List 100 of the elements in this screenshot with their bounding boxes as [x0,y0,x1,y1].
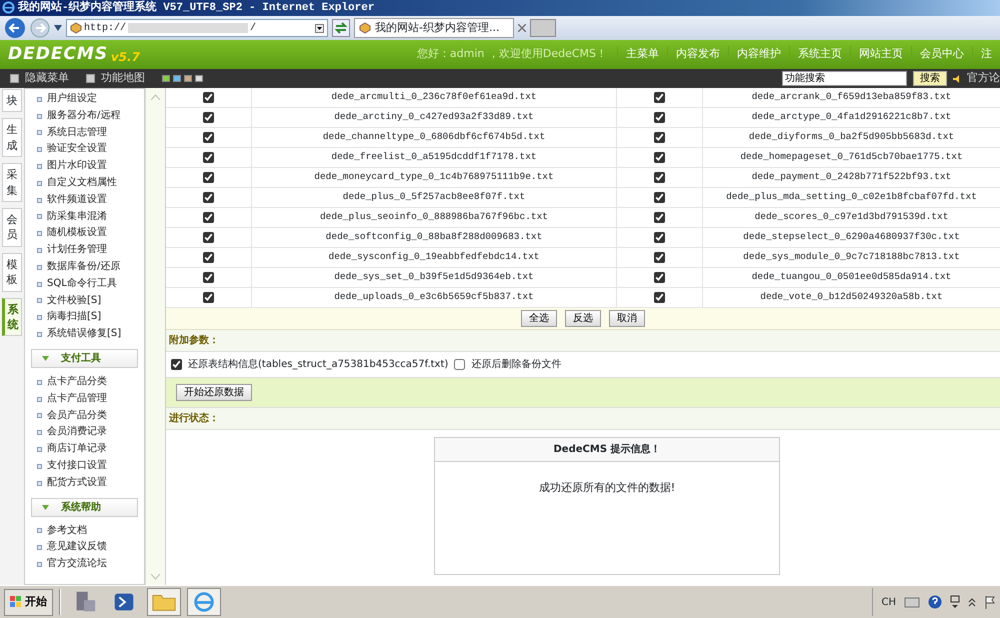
menu-item[interactable]: 系统错误修复[S] [25,326,144,343]
menu-item[interactable]: 防采集串混淆 [25,208,144,226]
menu-item[interactable]: 病毒扫描[S] [25,309,144,326]
address-field[interactable]: http:// / [66,19,328,37]
folder-icon[interactable] [147,588,181,616]
sidebar-tab[interactable]: 系统 [2,298,22,336]
file-checkbox[interactable] [654,192,665,203]
select-button[interactable]: 取消 [609,310,645,327]
toolbar-link[interactable]: 功能地图 [101,70,145,87]
file-checkbox[interactable] [203,112,214,123]
sidebar-tab[interactable]: 块 [2,89,22,112]
menu-item[interactable]: 会员消费记录 [25,424,144,442]
file-checkbox[interactable] [654,232,665,243]
file-name: dede_plus_mda_setting_0_c02e1b8fcbaf07fd.txt [726,190,977,204]
start-button[interactable]: 开始 [4,588,53,616]
file-checkbox[interactable] [654,92,665,103]
language-indicator[interactable]: CH [881,594,896,610]
file-checkbox[interactable] [203,252,214,263]
option-label: 还原后删除备份文件 [471,358,562,372]
file-name: dede_scores_0_c97e1d3bd791539d.txt [754,210,948,224]
menu-item[interactable]: 配货方式设置 [25,474,144,492]
dropdown-icon[interactable] [315,24,324,32]
sidebar-tab[interactable]: 生成 [2,118,22,158]
menu-item[interactable]: 计划任务管理 [25,242,144,259]
file-checkbox[interactable] [203,132,214,143]
menu-item[interactable]: 点卡产品分类 [25,374,144,391]
file-checkbox[interactable] [203,172,214,183]
menu-group-header[interactable]: 支付工具 [31,348,138,368]
sidebar-tab[interactable]: 采集 [2,163,22,202]
menu-item[interactable]: 自定义文档属性 [25,174,144,192]
menu-item[interactable]: 参考文档 [25,522,144,540]
menu-item[interactable]: 文件校验[S] [25,292,144,310]
theme-swatch[interactable] [184,75,192,82]
file-checkbox[interactable] [654,212,665,223]
file-checkbox[interactable] [203,272,214,283]
file-checkbox[interactable] [203,152,214,163]
browser-tab[interactable]: 我的网站-织梦内容管理... [354,18,514,38]
menu-item[interactable]: 软件频道设置 [25,192,144,209]
logo: DEDECMS [8,42,108,66]
file-checkbox[interactable] [203,212,214,223]
flag-icon[interactable] [984,595,996,609]
back-icon[interactable] [4,17,26,39]
file-name: dede_diyforms_0_ba2f5d905bb5683d.txt [748,130,954,144]
menu-item[interactable]: 支付接口设置 [25,458,144,475]
file-checkbox[interactable] [654,292,665,303]
option-checkbox[interactable] [454,359,466,370]
toolbar-link[interactable]: 隐藏菜单 [25,70,69,87]
dropdown-icon[interactable] [54,25,62,31]
sidebar-tab[interactable]: 模板 [2,252,22,292]
select-button[interactable]: 全选 [521,310,557,327]
file-checkbox[interactable] [654,272,665,283]
theme-swatch[interactable] [162,75,170,82]
caret-icon [42,504,49,510]
menu-item[interactable]: 官方交流论坛 [25,556,144,573]
menu-item[interactable]: 会员产品分类 [25,408,144,424]
file-checkbox[interactable] [203,292,214,303]
close-icon[interactable] [518,24,526,32]
file-name: dede_arcmulti_0_236c78f0ef61ea9d.txt [331,90,537,104]
file-checkbox[interactable] [654,252,665,263]
file-checkbox[interactable] [654,112,665,123]
menu-item[interactable]: 随机模板设置 [25,225,144,242]
browser-icon[interactable] [187,588,221,616]
menu-group-header[interactable]: 系统帮助 [31,498,138,517]
version-label: v5.7 [110,49,140,66]
refresh-icon[interactable] [332,19,350,37]
menu-item[interactable]: 服务器分布/远程 [25,108,144,125]
search-field[interactable]: 功能搜索 [782,71,907,86]
file-checkbox[interactable] [203,232,214,243]
start-restore-button[interactable]: 开始还原数据 [176,384,252,401]
search-button[interactable]: 搜索 [913,71,947,86]
forum-link[interactable]: 官方论 [967,70,1000,87]
menu-item[interactable]: SQL命令行工具 [25,276,144,293]
menu-item[interactable]: 图片水印设置 [25,158,144,175]
menu-item[interactable]: 系统日志管理 [25,124,144,142]
greeting-text: 您好：admin ，欢迎使用DedeCMS！ [416,46,607,62]
theme-swatch[interactable] [173,75,181,82]
option-label: 还原表结构信息(tables_struct_a75381b453cca57f.txt) [188,358,448,372]
file-checkbox[interactable] [654,152,665,163]
chevron-icon[interactable] [968,597,976,607]
sidebar-tab[interactable]: 会员 [2,208,22,247]
file-checkbox[interactable] [203,192,214,203]
file-name: dede_moneycard_type_0_1c4b768975111b9e.txt [314,170,554,184]
window-icon[interactable] [950,595,960,609]
help-icon[interactable] [928,595,942,609]
file-checkbox[interactable] [203,92,214,103]
menu-item[interactable]: 点卡产品管理 [25,390,144,408]
menu-item[interactable]: 用户组设定 [25,91,144,108]
file-checkbox[interactable] [654,132,665,143]
file-name: dede_uploads_0_e3c6b5659cf5b837.txt [334,290,534,304]
select-button[interactable]: 反选 [565,310,601,327]
file-name: dede_freelist_0_a5195dcddf1f7178.txt [331,150,537,164]
file-name: dede_stepselect_0_6290a4680937f30c.txt [743,230,960,244]
file-checkbox[interactable] [654,172,665,183]
option-checkbox[interactable] [171,359,182,370]
menu-item[interactable]: 数据库备份/还原 [25,258,144,276]
menu-item[interactable]: 验证安全设置 [25,141,144,158]
theme-swatch[interactable] [195,75,203,82]
message-text: 成功还原所有的文件的数据! [538,481,676,494]
menu-item[interactable]: 商店订单记录 [25,441,144,458]
menu-item[interactable]: 意见建议反馈 [25,539,144,556]
